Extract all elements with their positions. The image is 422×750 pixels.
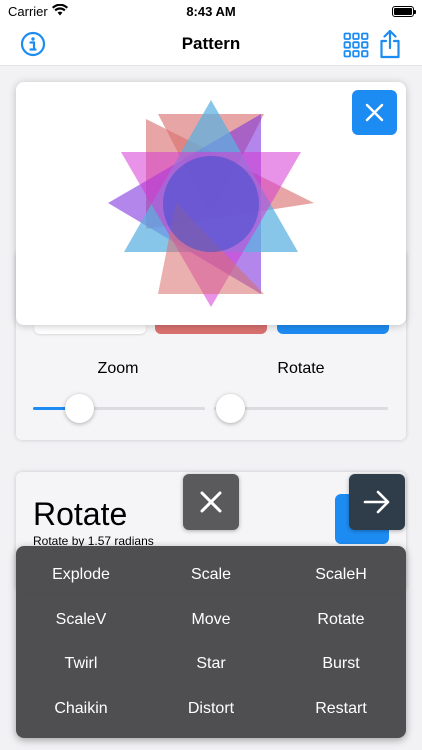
menu-item-scalev[interactable]: ScaleV	[16, 602, 146, 638]
zoom-label: Zoom	[97, 360, 139, 377]
transform-title: Rotate	[33, 496, 128, 532]
zoom-slider-thumb[interactable]	[65, 394, 94, 423]
dismiss-menu-button[interactable]	[183, 474, 239, 530]
share-icon[interactable]	[378, 28, 402, 65]
close-icon	[200, 491, 222, 513]
rotate-label: Rotate	[277, 360, 325, 377]
menu-item-restart[interactable]: Restart	[276, 691, 406, 727]
status-bar: Carrier 8:43 AM	[0, 0, 422, 24]
menu-item-distort[interactable]: Distort	[146, 691, 276, 727]
status-time: 8:43 AM	[186, 4, 236, 19]
rotate-slider-thumb[interactable]	[216, 394, 245, 423]
rotate-slider[interactable]	[214, 394, 388, 423]
menu-item-chaikin[interactable]: Chaikin	[16, 691, 146, 727]
menu-item-scaleh[interactable]: ScaleH	[276, 557, 406, 593]
navigation-bar: Pattern	[0, 24, 422, 66]
menu-item-scale[interactable]: Scale	[146, 557, 276, 593]
close-preview-button[interactable]	[352, 90, 397, 135]
menu-item-star[interactable]: Star	[146, 646, 276, 682]
menu-item-burst[interactable]: Burst	[276, 646, 406, 682]
transform-menu: Explode Scale ScaleH ScaleV Move Rotate Twirl S…	[16, 546, 406, 738]
zoom-slider[interactable]	[33, 394, 205, 423]
pattern-preview	[16, 82, 406, 325]
menu-item-rotate[interactable]: Rotate	[276, 602, 406, 638]
center-disc	[163, 156, 259, 252]
next-button[interactable]	[349, 474, 405, 530]
grid-icon[interactable]	[343, 32, 369, 63]
star-pattern	[108, 100, 314, 307]
menu-item-move[interactable]: Move	[146, 602, 276, 638]
battery-icon	[392, 6, 416, 17]
menu-item-twirl[interactable]: Twirl	[16, 646, 146, 682]
menu-item-explode[interactable]: Explode	[16, 557, 146, 593]
close-icon	[365, 103, 384, 122]
arrow-right-icon	[363, 490, 390, 514]
